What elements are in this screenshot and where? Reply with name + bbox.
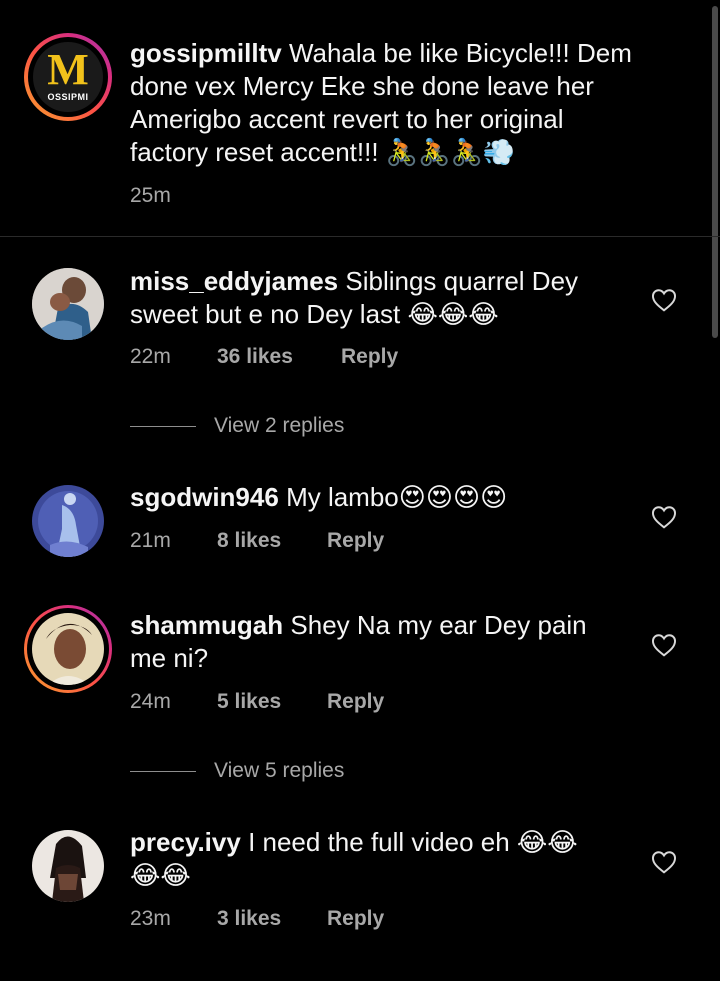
- view-replies-button[interactable]: View 2 replies: [130, 413, 344, 439]
- caption-text: gossipmilltv Wahala be like Bicycle!!! D…: [130, 37, 690, 169]
- reply-button[interactable]: Reply: [327, 528, 384, 554]
- avatar-precy-ivy[interactable]: [32, 830, 104, 902]
- comment-text: precy.ivy I need the full video eh 😂😂 😂😂: [130, 826, 630, 892]
- avatar-shammugah[interactable]: [24, 605, 112, 693]
- comment-time: 22m: [130, 345, 171, 368]
- comment-line-2: 😂😂: [130, 860, 191, 890]
- comment-username[interactable]: miss_eddyjames: [130, 266, 338, 296]
- avatar-gossipmilltv[interactable]: M OSSIPMI: [24, 33, 112, 121]
- caption-username[interactable]: gossipmilltv: [130, 38, 282, 68]
- heart-outline-icon[interactable]: [651, 633, 677, 657]
- comment-text: miss_eddyjames Siblings quarrel Dey swee…: [130, 265, 630, 331]
- comment-line-1: I need the full video eh 😂😂: [248, 827, 578, 857]
- comment-line-2: sweet but e no Dey last 😂😂😂: [130, 299, 499, 329]
- comment-username[interactable]: sgodwin946: [130, 482, 279, 512]
- caption-line-1: Wahala be like Bicycle!!! Dem: [288, 38, 632, 68]
- view-replies-label[interactable]: View 5 replies: [214, 759, 344, 782]
- replies-divider: [130, 425, 196, 427]
- view-replies-label[interactable]: View 2 replies: [214, 414, 344, 437]
- caption-line-3: Amerigbo accent revert to her original: [130, 104, 564, 134]
- post-caption: M OSSIPMI gossipmilltv Wahala be like Bi…: [0, 0, 720, 237]
- comment-meta: 21m 8 likes Reply: [130, 528, 384, 554]
- comment-username[interactable]: shammugah: [130, 610, 283, 640]
- caption-meta: 25m: [130, 183, 171, 209]
- heart-outline-icon[interactable]: [651, 850, 677, 874]
- comment-username[interactable]: precy.ivy: [130, 827, 241, 857]
- caption-time: 25m: [130, 184, 171, 207]
- comment-line-1: Siblings quarrel Dey: [345, 266, 579, 296]
- comment-line-1: My lambo😍😍😍😍: [286, 482, 508, 512]
- comment-line-1: Shey Na my ear Dey pain: [290, 610, 587, 640]
- logo-word: OSSIPMI: [47, 92, 89, 102]
- caption-line-4: factory reset accent!!! 🚴🚴🚴💨: [130, 137, 516, 167]
- comment-line-2: me ni?: [130, 643, 209, 673]
- comment-time: 21m: [130, 529, 171, 552]
- avatar-photo: [32, 830, 104, 902]
- likes-count[interactable]: 3 likes: [217, 906, 327, 932]
- comment-meta: 24m 5 likes Reply: [130, 689, 384, 715]
- comment-text: shammugah Shey Na my ear Dey pain me ni?: [130, 609, 630, 675]
- view-replies-button[interactable]: View 5 replies: [130, 758, 344, 784]
- avatar-photo: [32, 613, 104, 685]
- comment-meta: 23m 3 likes Reply: [130, 906, 384, 932]
- replies-divider: [130, 770, 196, 772]
- avatar-sgodwin946[interactable]: [32, 485, 104, 557]
- comment-time: 23m: [130, 907, 171, 930]
- comment-time: 24m: [130, 690, 171, 713]
- likes-count[interactable]: 5 likes: [217, 689, 327, 715]
- likes-count[interactable]: 8 likes: [217, 528, 327, 554]
- heart-outline-icon[interactable]: [651, 288, 677, 312]
- likes-count[interactable]: 36 likes: [217, 344, 341, 370]
- avatar-photo: [32, 485, 104, 557]
- comment-text: sgodwin946 My lambo😍😍😍😍: [130, 481, 630, 514]
- reply-button[interactable]: Reply: [341, 344, 398, 370]
- gossipmill-logo: M OSSIPMI: [33, 42, 103, 112]
- reply-button[interactable]: Reply: [327, 689, 384, 715]
- reply-button[interactable]: Reply: [327, 906, 384, 932]
- comment-meta: 22m 36 likes Reply: [130, 344, 398, 370]
- heart-outline-icon[interactable]: [651, 505, 677, 529]
- caption-line-2: done vex Mercy Eke she done leave her: [130, 71, 594, 101]
- avatar-miss-eddyjames[interactable]: [32, 268, 104, 340]
- avatar-photo: [32, 268, 104, 340]
- logo-letter: M: [47, 45, 89, 94]
